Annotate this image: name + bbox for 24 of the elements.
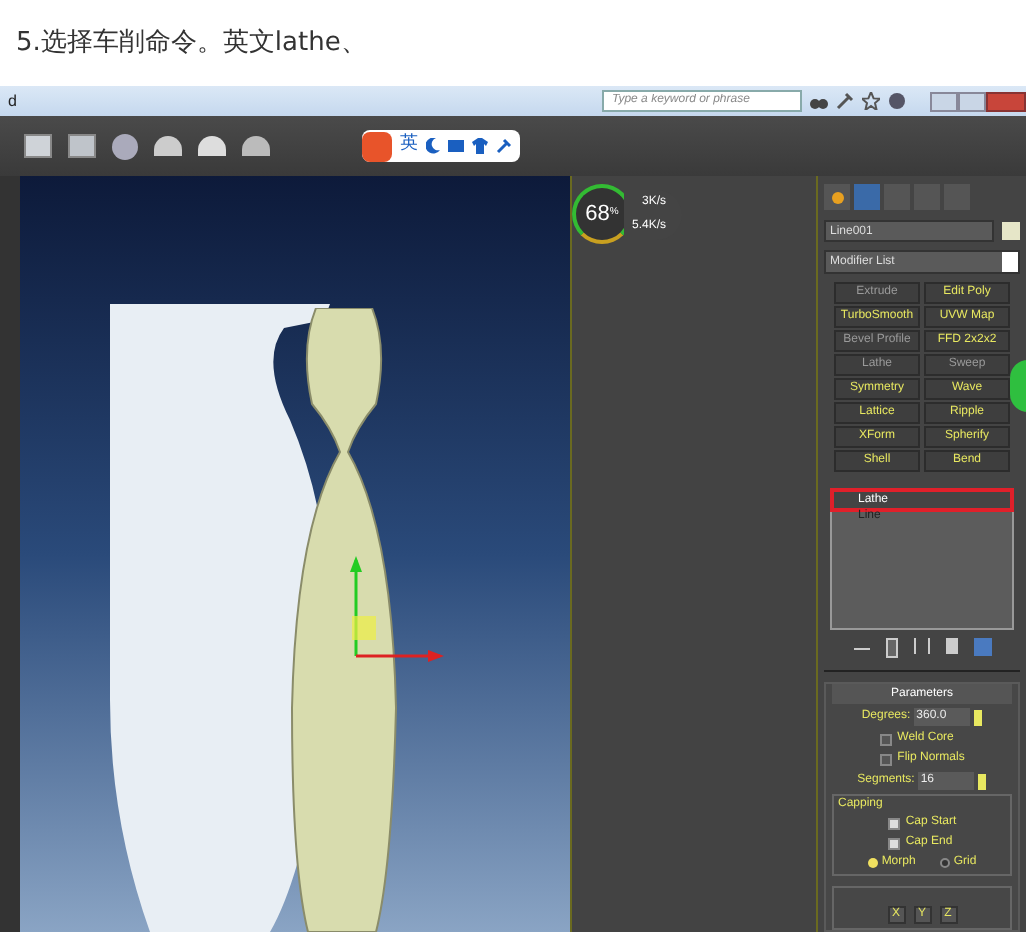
star-icon[interactable] xyxy=(862,92,880,110)
checkbox[interactable] xyxy=(887,837,900,849)
close-button[interactable] xyxy=(986,91,1026,111)
spinner-arrows-icon[interactable] xyxy=(974,709,983,725)
wrench-icon[interactable] xyxy=(836,92,854,110)
checkbox[interactable] xyxy=(887,817,900,829)
radio-button[interactable] xyxy=(867,858,878,868)
checkbox[interactable] xyxy=(879,753,892,765)
shirt-icon[interactable] xyxy=(472,138,488,154)
caption-text: 5.选择车削命令。英文lathe、 xyxy=(16,25,367,62)
radio-button[interactable] xyxy=(939,858,950,868)
spinner-arrows-icon[interactable] xyxy=(978,773,987,789)
create-tab[interactable] xyxy=(824,184,850,210)
maximize-button[interactable] xyxy=(958,91,986,111)
sogou-logo-icon xyxy=(362,131,392,161)
minimize-button[interactable] xyxy=(930,91,958,111)
color-swatch[interactable] xyxy=(1002,221,1020,240)
sun-icon xyxy=(831,191,843,203)
binoculars-icon[interactable] xyxy=(810,93,828,109)
window-title: d xyxy=(8,89,17,113)
checkbox[interactable] xyxy=(879,733,892,745)
moon-icon[interactable] xyxy=(426,138,440,154)
wrench-icon[interactable] xyxy=(496,138,512,154)
input-method-toolbar[interactable]: 英 xyxy=(362,130,520,162)
